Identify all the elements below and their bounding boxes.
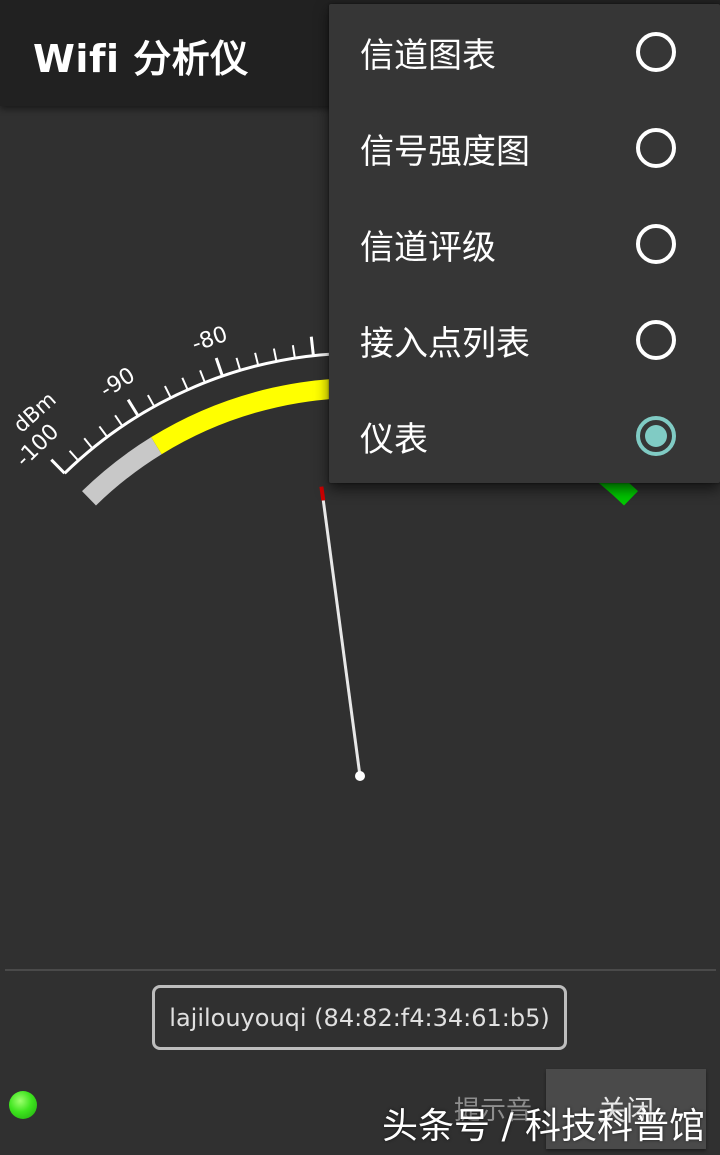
major-tick [309,336,315,356]
minor-tick [98,425,108,438]
menu-item-label: 接入点列表 [360,323,530,364]
access-point-selector[interactable]: lajilouyouqi (84:82:f4:34:61:b5) [152,985,567,1050]
menu-item-channel-graph[interactable]: 信道图表 [329,4,720,100]
menu-item-label: 信道评级 [360,227,496,268]
minor-tick [147,394,156,407]
menu-item-label: 仪表 [360,419,428,460]
status-led-icon [9,1091,37,1119]
access-point-label: lajilouyouqi (84:82:f4:34:61:b5) [169,1003,550,1032]
radio-unchecked-icon[interactable] [636,32,676,72]
menu-item-channel-rating[interactable]: 信道评级 [329,196,720,292]
minor-tick [291,345,296,359]
minor-tick [83,437,94,450]
menu-item-label: 信道图表 [360,35,496,76]
watermark: 头条号 / 科技科普馆 [382,1106,706,1147]
app-title: Wifi 分析仪 [33,37,249,81]
major-tick [50,458,66,475]
divider [5,969,716,971]
menu-item-ap-list[interactable]: 接入点列表 [329,292,720,388]
view-menu: 信道图表 信号强度图 信道评级 接入点列表 仪表 [329,4,720,483]
radio-unchecked-icon[interactable] [636,128,676,168]
needle-pivot [355,771,365,781]
minor-tick [181,377,189,391]
major-tick [214,357,224,377]
radio-unchecked-icon[interactable] [636,224,676,264]
major-tick [126,398,140,417]
minor-tick [235,357,242,371]
gauge-tick-label: -80 [189,322,231,357]
radio-checked-icon[interactable] [636,416,676,456]
menu-item-label: 信号强度图 [360,131,530,172]
minor-tick [114,414,124,427]
minor-tick [199,370,206,383]
menu-item-meter[interactable]: 仪表 [329,388,720,484]
minor-tick [272,348,278,362]
minor-tick [254,352,260,366]
screen: -100 -90 -80 dBm Wifi 分析仪 lajilouyouqi (84:… [0,0,720,1155]
needle-tip [319,486,326,501]
gauge-tick-label: -90 [96,363,140,403]
minor-tick [68,450,79,462]
gauge-needle [321,500,362,777]
minor-tick [164,385,172,399]
weak-signal-band [82,437,162,506]
radio-unchecked-icon[interactable] [636,320,676,360]
menu-item-signal-strength-graph[interactable]: 信号强度图 [329,100,720,196]
